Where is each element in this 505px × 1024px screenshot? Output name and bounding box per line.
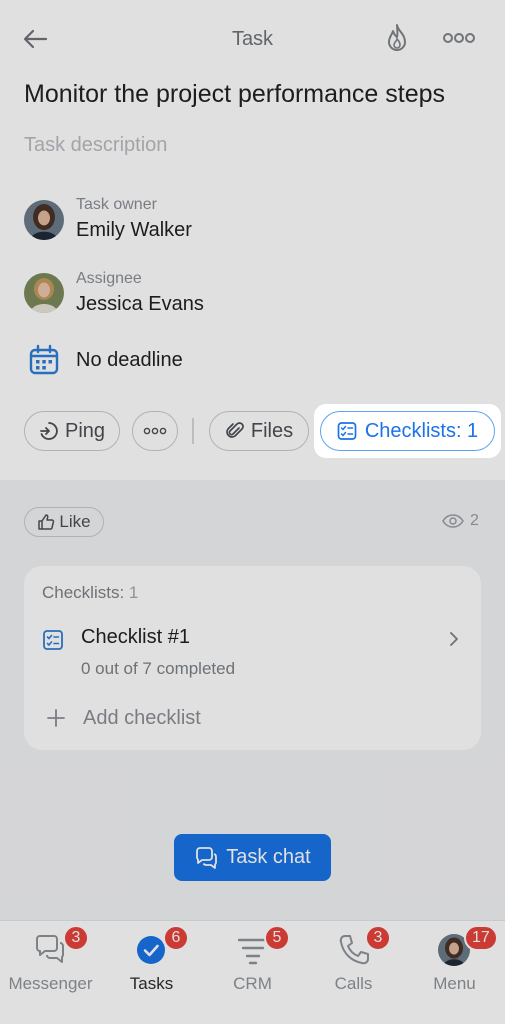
tasks-check-icon	[137, 936, 165, 964]
ping-label: Ping	[64, 419, 106, 442]
tab-crm[interactable]: 5 CRM	[202, 921, 303, 1024]
thumbs-up-icon	[38, 514, 55, 530]
crm-badge: 5	[264, 925, 290, 951]
paperclip-icon	[226, 422, 244, 438]
checklist-name: Checklist #1	[81, 626, 190, 648]
tab-menu[interactable]: 17 Menu	[404, 921, 505, 1024]
ping-button[interactable]: Ping	[24, 411, 120, 451]
tab-messenger[interactable]: 3 Messenger	[0, 921, 101, 1024]
flame-icon[interactable]	[383, 22, 411, 54]
owner-avatar[interactable]	[24, 200, 64, 240]
messenger-badge: 3	[63, 925, 89, 951]
page-title: Task	[231, 28, 274, 50]
owner-name[interactable]: Emily Walker	[76, 219, 192, 242]
checklists-card: Checklists: 1 Checklist #1 0 out of 7 co…	[24, 566, 481, 750]
tab-tasks[interactable]: 6 Tasks	[101, 921, 202, 1024]
files-button[interactable]: Files	[209, 411, 309, 451]
tab-calls[interactable]: 3 Calls	[303, 921, 404, 1024]
user-avatar-icon	[24, 200, 64, 240]
plus-icon	[47, 709, 65, 727]
eye-icon	[442, 514, 464, 528]
assignee-avatar[interactable]	[24, 273, 64, 313]
checklist-progress: 0 out of 7 completed	[81, 659, 236, 678]
tab-menu-label: Menu	[433, 974, 476, 993]
divider	[192, 418, 194, 444]
deadline-field[interactable]: No deadline	[76, 349, 183, 372]
files-label: Files	[250, 419, 294, 442]
user-avatar-icon	[24, 273, 64, 313]
tasks-badge: 6	[163, 925, 189, 951]
task-chat-label: Task chat	[226, 846, 311, 868]
tab-tasks-label: Tasks	[129, 974, 174, 993]
checklists-button[interactable]: Checklists: 1	[320, 411, 495, 451]
checklists-header-count: 1	[128, 583, 139, 602]
more-dots-icon	[143, 427, 167, 435]
bottom-tab-bar: 3 Messenger 6 Tasks 5 CRM 3 Calls 17 Men…	[0, 920, 505, 1024]
chevron-right-icon	[450, 632, 458, 646]
checklist-icon	[43, 630, 63, 650]
assignee-label: Assignee	[76, 270, 142, 287]
tab-calls-label: Calls	[334, 974, 373, 993]
task-screen: Task Monitor the project performance ste…	[0, 0, 505, 1024]
calls-badge: 3	[365, 925, 391, 951]
tab-messenger-label: Messenger	[8, 974, 93, 993]
chat-icon	[196, 846, 218, 869]
task-description-field[interactable]: Task description	[24, 134, 167, 157]
menu-badge: 17	[464, 925, 498, 951]
checklists-header-label: Checklists:	[42, 583, 125, 602]
assignee-name[interactable]: Jessica Evans	[76, 293, 204, 316]
views-counter: 2	[442, 512, 479, 530]
add-checklist-label: Add checklist	[83, 707, 201, 729]
more-actions-button[interactable]	[132, 411, 178, 451]
tab-crm-label: CRM	[233, 974, 272, 993]
like-button[interactable]: Like	[24, 507, 104, 537]
views-count: 2	[470, 512, 479, 529]
checklists-button-label: Checklists: 1	[364, 419, 479, 442]
like-label: Like	[59, 512, 91, 531]
task-title[interactable]: Monitor the project performance steps	[24, 80, 445, 109]
checklist-icon	[337, 422, 357, 440]
more-dots-icon[interactable]	[441, 28, 477, 48]
task-chat-button[interactable]: Task chat	[174, 834, 331, 881]
owner-label: Task owner	[76, 196, 157, 213]
calendar-icon	[29, 344, 59, 375]
ping-icon	[40, 422, 58, 440]
checklists-card-header: Checklists: 1	[42, 583, 138, 603]
